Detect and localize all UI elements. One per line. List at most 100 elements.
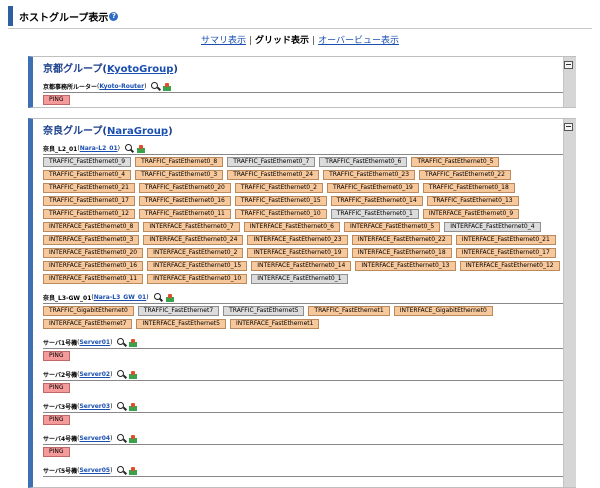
service-status-tag[interactable]: INTERFACE_FastEthernet0_6 — [243, 222, 340, 232]
collapse-icon[interactable] — [564, 123, 573, 131]
service-status-tag[interactable]: INTERFACE_FastEthernet0_13 — [355, 261, 456, 271]
service-status-tag[interactable]: TRAFFIC_FastEthernet0_10 — [234, 209, 327, 219]
service-status-tag[interactable]: TRAFFIC_FastEthernet0_11 — [138, 209, 231, 219]
tab-overview-view[interactable]: オーバービュー表示 — [318, 36, 399, 46]
service-status-tag[interactable]: INTERFACE_FastEthernet0_20 — [43, 248, 144, 258]
service-status-tag[interactable]: INTERFACE_FastEthernet0_7 — [143, 222, 240, 232]
service-status-tag[interactable]: PING — [43, 351, 70, 361]
service-status-tag[interactable]: TRAFFIC_FastEthernet0_23 — [323, 170, 416, 180]
service-status-tag[interactable]: TRAFFIC_FastEthernet0_9 — [43, 157, 132, 167]
graph-icon[interactable] — [129, 434, 138, 443]
service-status-tag[interactable]: TRAFFIC_FastEthernet0_8 — [135, 157, 224, 167]
service-status-tag[interactable]: INTERFACE_FastEthernet0_22 — [351, 235, 452, 245]
host-name: 京都事務所ルーター — [43, 84, 98, 91]
service-status-tag[interactable]: PING — [43, 95, 70, 105]
graph-icon[interactable] — [136, 144, 145, 153]
service-status-tag[interactable]: INTERFACE_FastEthernet0_11 — [43, 274, 144, 284]
host-id-link[interactable]: Nara-L3_GW_01 — [94, 294, 146, 301]
host-id-link[interactable]: Server05 — [79, 467, 110, 474]
service-status-tag[interactable]: INTERFACE_FastEthernet0_12 — [459, 261, 560, 271]
service-status-tag[interactable]: INTERFACE_FastEthernet0_3 — [43, 235, 140, 245]
service-status-tag[interactable]: INTERFACE_FastEthernet7 — [43, 319, 133, 329]
service-status-tag[interactable]: INTERFACE_FastEthernet0_4 — [444, 222, 541, 232]
host-line: サーバ1号機(Server01) — [43, 338, 565, 347]
host-id-link[interactable]: Server01 — [79, 339, 110, 346]
magnifier-icon[interactable] — [117, 466, 125, 473]
service-status-tag[interactable]: INTERFACE_FastEthernet0_2 — [147, 248, 244, 258]
service-status-tag[interactable]: TRAFFIC_FastEthernet0_17 — [43, 196, 135, 206]
magnifier-icon[interactable] — [151, 82, 159, 89]
service-status-tag[interactable]: INTERFACE_FastEthernet0_19 — [247, 248, 348, 258]
service-status-tag[interactable]: TRAFFIC_FastEthernet0_1 — [330, 209, 419, 219]
host-id-link[interactable]: Server04 — [79, 435, 110, 442]
service-status-tag[interactable]: INTERFACE_FastEthernet0_14 — [251, 261, 352, 271]
magnifier-icon[interactable] — [153, 293, 161, 300]
service-status-tag[interactable]: INTERFACE_FastEthernet0_15 — [147, 261, 248, 271]
service-status-tag[interactable]: TRAFFIC_FastEthernet0_14 — [330, 196, 423, 206]
view-tabs: サマリ表示 | グリッド表示 | オーバービュー表示 — [200, 36, 400, 46]
service-status-tag[interactable]: INTERFACE_FastEthernet0_17 — [455, 248, 556, 258]
service-status-tag[interactable]: INTERFACE_FastEthernet0_23 — [247, 235, 348, 245]
tab-summary-view[interactable]: サマリ表示 — [201, 36, 246, 46]
service-status-tag[interactable]: INTERFACE_FastEthernet0_16 — [43, 261, 144, 271]
service-status-tag[interactable]: TRAFFIC_FastEthernet0_3 — [135, 170, 224, 180]
service-status-tag[interactable]: INTERFACE_FastEthernet0_10 — [147, 274, 248, 284]
service-status-tag[interactable]: TRAFFIC_FastEthernet5 — [223, 306, 305, 316]
host-line: サーバ4号機(Server04) — [43, 434, 565, 443]
host-id-link[interactable]: Server02 — [79, 371, 110, 378]
service-status-tag[interactable]: TRAFFIC_FastEthernet0_7 — [227, 157, 316, 167]
magnifier-icon[interactable] — [117, 338, 125, 345]
host-id-link[interactable]: Kyoto-Router — [99, 83, 144, 90]
service-status-tag[interactable]: TRAFFIC_FastEthernet0_24 — [227, 170, 320, 180]
magnifier-icon[interactable] — [124, 144, 132, 151]
service-status-tag[interactable]: PING — [43, 383, 70, 393]
service-status-tag[interactable]: TRAFFIC_FastEthernet0_5 — [411, 157, 500, 167]
service-status-tag[interactable]: TRAFFIC_FastEthernet0_20 — [138, 183, 231, 193]
service-status-tag[interactable]: TRAFFIC_GigabitEthernet0 — [43, 306, 134, 316]
host-id-link[interactable]: Nara-L2_01 — [80, 145, 118, 152]
graph-icon[interactable] — [129, 402, 138, 411]
collapse-icon[interactable] — [564, 61, 573, 69]
service-status-tag[interactable]: INTERFACE_FastEthernet5 — [136, 319, 226, 329]
graph-icon[interactable] — [129, 466, 138, 475]
host-id-link[interactable]: Server03 — [79, 403, 110, 410]
host-line: 奈良_L3-GW_01(Nara-L3_GW_01) — [43, 293, 565, 302]
question-circle-icon[interactable]: ? — [109, 11, 119, 21]
graph-icon[interactable] — [165, 293, 174, 302]
graph-icon[interactable] — [129, 370, 138, 379]
service-status-tag[interactable]: INTERFACE_FastEthernet0_9 — [422, 209, 520, 219]
service-status-tag[interactable]: TRAFFIC_FastEthernet7 — [137, 306, 220, 316]
service-status-tag[interactable]: INTERFACE_FastEthernet1 — [229, 319, 320, 329]
service-status-tag[interactable]: INTERFACE_FastEthernet0_1 — [251, 274, 348, 284]
graph-icon[interactable] — [163, 82, 172, 91]
service-status-tag[interactable]: TRAFFIC_FastEthernet0_12 — [43, 209, 135, 219]
service-status-tag[interactable]: TRAFFIC_FastEthernet0_15 — [234, 196, 327, 206]
service-list: PING — [43, 415, 565, 425]
service-status-tag[interactable]: TRAFFIC_FastEthernet1 — [308, 306, 390, 316]
service-status-tag[interactable]: TRAFFIC_FastEthernet0_2 — [234, 183, 323, 193]
service-status-tag[interactable]: INTERFACE_GigabitEthernet0 — [393, 306, 493, 316]
graph-icon[interactable] — [129, 338, 138, 347]
magnifier-icon[interactable] — [117, 370, 125, 377]
magnifier-icon[interactable] — [117, 402, 125, 409]
service-status-tag[interactable]: PING — [43, 415, 70, 425]
service-status-tag[interactable]: TRAFFIC_FastEthernet0_4 — [43, 170, 132, 180]
service-status-tag[interactable]: TRAFFIC_FastEthernet0_21 — [43, 183, 135, 193]
service-status-tag[interactable]: TRAFFIC_FastEthernet0_18 — [422, 183, 515, 193]
service-status-tag[interactable]: TRAFFIC_FastEthernet0_22 — [419, 170, 511, 180]
service-status-tag[interactable]: TRAFFIC_FastEthernet0_19 — [326, 183, 419, 193]
page-header: ホストグループ表示 ? — [8, 6, 119, 26]
service-status-tag[interactable]: INTERFACE_FastEthernet0_21 — [455, 235, 556, 245]
host-name: サーバ5号機 — [43, 468, 78, 475]
service-status-tag[interactable]: INTERFACE_FastEthernet0_24 — [143, 235, 244, 245]
service-status-tag[interactable]: TRAFFIC_FastEthernet0_16 — [138, 196, 231, 206]
service-status-tag[interactable]: TRAFFIC_FastEthernet0_13 — [426, 196, 519, 206]
service-status-tag[interactable]: INTERFACE_FastEthernet0_8 — [43, 222, 140, 232]
magnifier-icon[interactable] — [117, 434, 125, 441]
service-status-tag[interactable]: TRAFFIC_FastEthernet0_6 — [319, 157, 408, 167]
service-status-tag[interactable]: INTERFACE_FastEthernet0_18 — [351, 248, 452, 258]
service-status-tag[interactable]: PING — [43, 447, 70, 457]
service-status-tag[interactable]: INTERFACE_FastEthernet0_5 — [343, 222, 441, 232]
group-id-link[interactable]: NaraGroup — [107, 126, 168, 137]
group-id-link[interactable]: KyotoGroup — [107, 64, 173, 75]
